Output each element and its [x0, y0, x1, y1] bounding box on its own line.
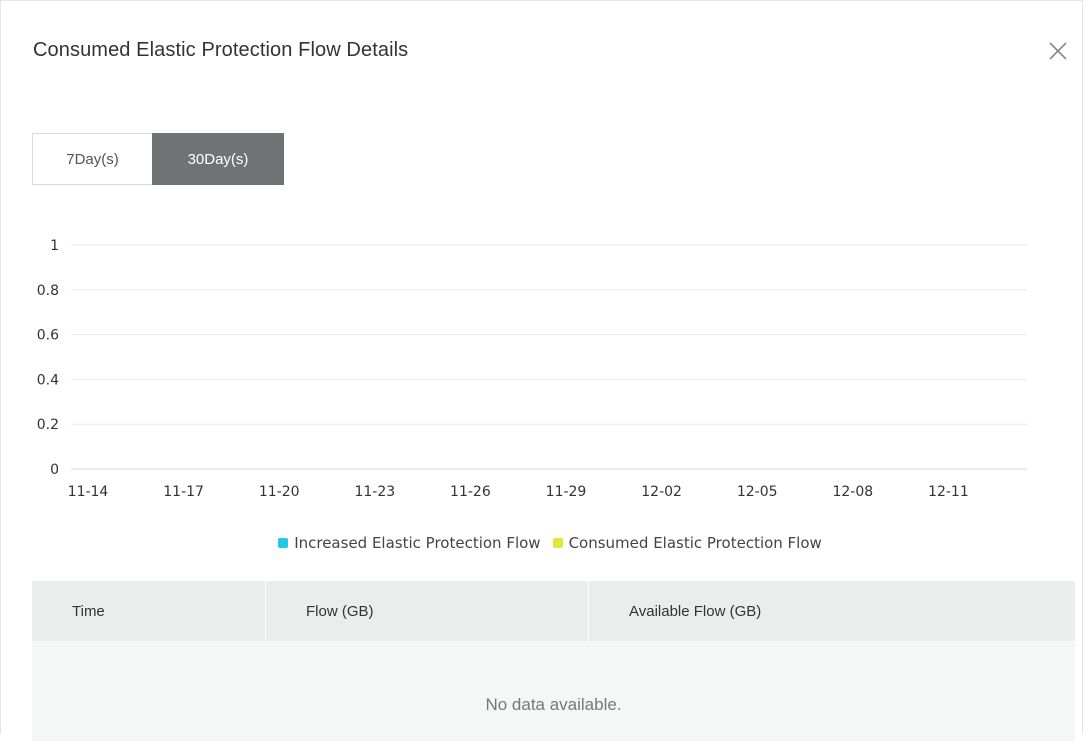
chart-legend: Increased Elastic Protection Flow Consum…	[1, 534, 1083, 552]
legend-label: Consumed Elastic Protection Flow	[568, 534, 822, 552]
period-tabs: 7Day(s) 30Day(s)	[32, 133, 284, 185]
x-tick-label: 11-20	[259, 484, 300, 500]
column-header-flow: Flow (GB)	[266, 581, 589, 641]
flow-table: Time Flow (GB) Available Flow (GB) No da…	[32, 581, 1075, 741]
x-tick-label: 11-29	[546, 484, 587, 500]
dialog-title: Consumed Elastic Protection Flow Details	[33, 39, 409, 61]
y-tick-label: 1	[50, 238, 59, 254]
flow-chart: 1 0.8 0.6 0.4 0.2 0 11-14 11-17 11-20 11-23 11-26 1…	[37, 238, 1027, 500]
y-tick-label: 0.2	[37, 417, 59, 433]
tab-7days[interactable]: 7Day(s)	[32, 133, 152, 185]
x-tick-label: 12-08	[832, 484, 873, 500]
x-tick-label: 11-14	[68, 484, 109, 500]
empty-state-text: No data available.	[485, 695, 622, 714]
legend-label: Increased Elastic Protection Flow	[294, 534, 541, 552]
x-tick-label: 11-17	[163, 484, 204, 500]
legend-swatch-icon	[278, 538, 289, 548]
tab-30days[interactable]: 30Day(s)	[152, 133, 284, 185]
column-header-available-flow: Available Flow (GB)	[629, 602, 762, 620]
x-tick-label: 12-05	[737, 484, 778, 500]
table-header: Time Flow (GB) Available Flow (GB)	[32, 581, 1075, 641]
legend-swatch-icon	[552, 538, 563, 548]
legend-item-consumed[interactable]: Consumed Elastic Protection Flow	[552, 534, 822, 552]
x-tick-label: 12-02	[641, 484, 682, 500]
x-tick-label: 11-23	[354, 484, 395, 500]
legend-item-increased[interactable]: Increased Elastic Protection Flow	[278, 534, 541, 552]
column-header-time: Time	[32, 581, 266, 641]
y-tick-label: 0.6	[37, 328, 59, 344]
y-tick-label: 0.8	[37, 283, 59, 299]
y-tick-label: 0	[50, 462, 59, 478]
x-tick-label: 11-26	[450, 484, 491, 500]
empty-state: No data available.	[32, 641, 1075, 741]
close-icon[interactable]	[1046, 39, 1070, 63]
flow-details-dialog: Consumed Elastic Protection Flow Details…	[0, 0, 1083, 741]
x-tick-label: 12-11	[928, 484, 969, 500]
y-tick-label: 0.4	[37, 372, 59, 388]
